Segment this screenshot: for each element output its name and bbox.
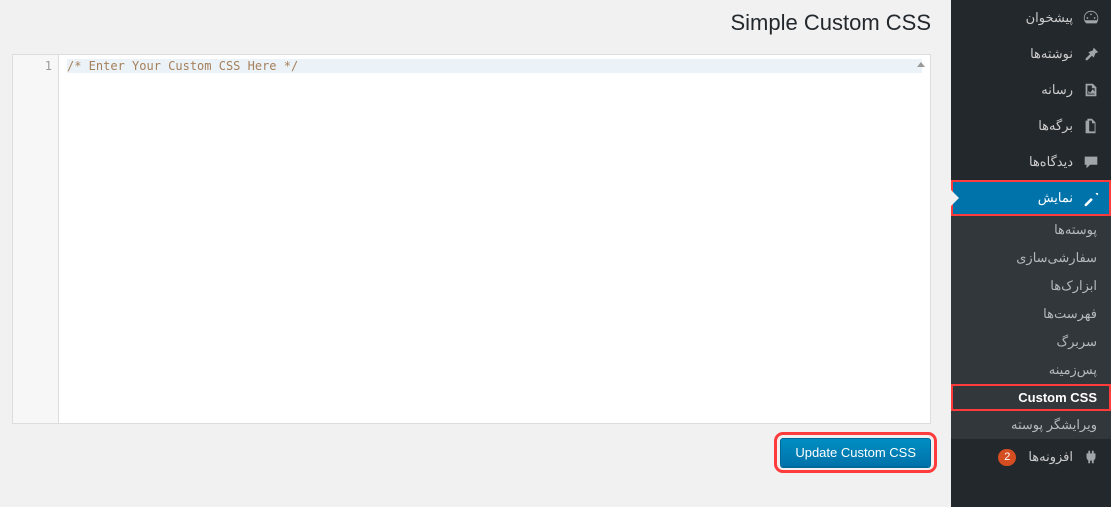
submenu-custom-css[interactable]: Custom CSS bbox=[951, 384, 1111, 411]
menu-posts[interactable]: نوشته‌ها bbox=[951, 36, 1111, 72]
admin-sidebar: پیشخوان نوشته‌ها رسانه برگه‌ها دیدگاه‌ها… bbox=[951, 0, 1111, 507]
submenu-themes[interactable]: پوسته‌ها bbox=[951, 216, 1111, 244]
update-css-button[interactable]: Update Custom CSS bbox=[780, 438, 931, 467]
comments-icon bbox=[1081, 152, 1101, 172]
menu-appearance[interactable]: نمایش bbox=[951, 180, 1111, 216]
menu-plugins[interactable]: افزونه‌ها 2 bbox=[951, 439, 1111, 475]
plugins-badge: 2 bbox=[998, 449, 1016, 466]
code-area[interactable]: /* Enter Your Custom CSS Here */ bbox=[59, 55, 930, 423]
menu-label: نوشته‌ها bbox=[1030, 46, 1073, 62]
main-content: Simple Custom CSS 1 /* Enter Your Custom… bbox=[0, 0, 951, 507]
plugins-icon bbox=[1081, 447, 1101, 467]
submenu-widgets[interactable]: ابزارک‌ها bbox=[951, 272, 1111, 300]
page-title: Simple Custom CSS bbox=[12, 10, 931, 36]
line-gutter: 1 bbox=[13, 55, 59, 423]
menu-pages[interactable]: برگه‌ها bbox=[951, 108, 1111, 144]
menu-label: رسانه bbox=[1041, 82, 1073, 98]
appearance-icon bbox=[1081, 188, 1101, 208]
pin-icon bbox=[1081, 44, 1101, 64]
menu-label: نمایش bbox=[1038, 190, 1073, 206]
menu-media[interactable]: رسانه bbox=[951, 72, 1111, 108]
menu-label: برگه‌ها bbox=[1038, 118, 1073, 134]
scroll-up-icon[interactable] bbox=[916, 59, 926, 69]
menu-label: پیشخوان bbox=[1026, 10, 1073, 26]
submenu-header[interactable]: سربرگ bbox=[951, 328, 1111, 356]
submenu-background[interactable]: پس‌زمینه bbox=[951, 356, 1111, 384]
button-row: Update Custom CSS bbox=[12, 438, 931, 467]
media-icon bbox=[1081, 80, 1101, 100]
line-number: 1 bbox=[13, 59, 52, 73]
submenu-customize[interactable]: سفارشی‌سازی bbox=[951, 244, 1111, 272]
menu-dashboard[interactable]: پیشخوان bbox=[951, 0, 1111, 36]
dashboard-icon bbox=[1081, 8, 1101, 28]
submenu-menus[interactable]: فهرست‌ها bbox=[951, 300, 1111, 328]
pages-icon bbox=[1081, 116, 1101, 136]
menu-label: دیدگاه‌ها bbox=[1029, 154, 1073, 170]
css-editor[interactable]: 1 /* Enter Your Custom CSS Here */ bbox=[12, 54, 931, 424]
code-comment: /* Enter Your Custom CSS Here */ bbox=[67, 59, 298, 73]
menu-label: افزونه‌ها bbox=[1028, 449, 1073, 465]
appearance-submenu: پوسته‌ها سفارشی‌سازی ابزارک‌ها فهرست‌ها … bbox=[951, 216, 1111, 439]
menu-comments[interactable]: دیدگاه‌ها bbox=[951, 144, 1111, 180]
submenu-editor[interactable]: ویرایشگر پوسته bbox=[951, 411, 1111, 439]
